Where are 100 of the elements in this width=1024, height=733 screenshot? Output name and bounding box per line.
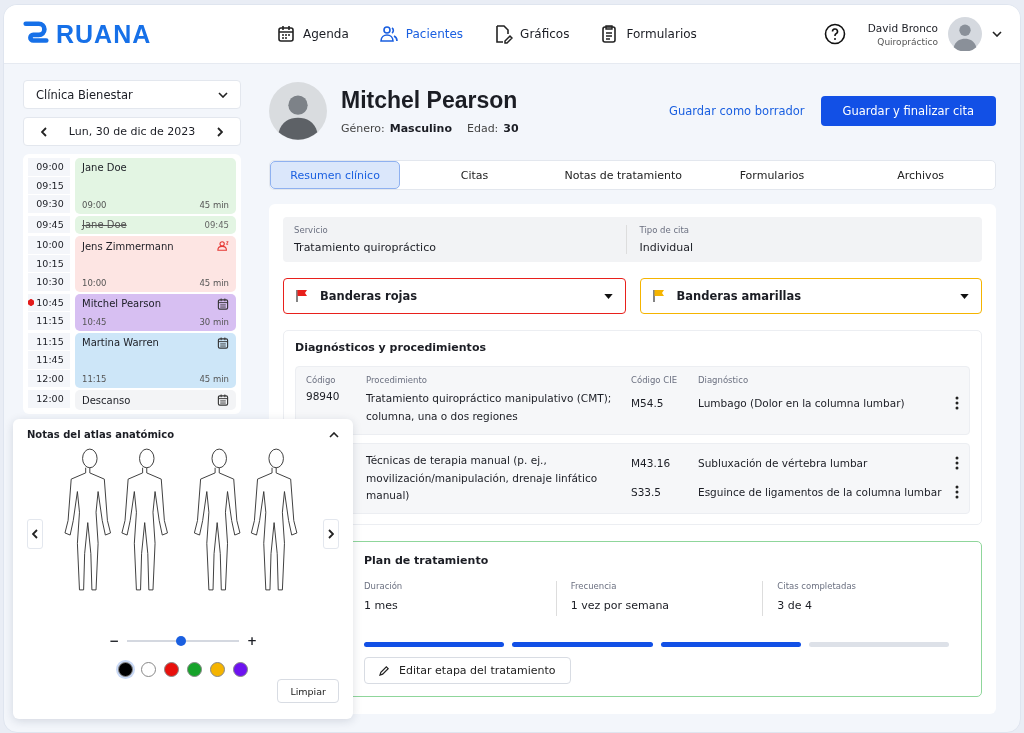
table-cell-text: S33.5 — [631, 485, 663, 498]
gender-label: Género: — [341, 122, 385, 135]
tab[interactable]: Citas — [400, 161, 549, 189]
gender-value: Masculino — [389, 122, 452, 135]
calendar-icon — [217, 394, 229, 406]
next-button[interactable] — [323, 519, 339, 549]
color-swatch[interactable] — [164, 662, 179, 677]
time-label: 09:00 — [35, 161, 64, 173]
time-label: 10:45 — [28, 296, 64, 308]
document-pen-icon — [493, 24, 514, 44]
save-finish-button[interactable]: Guardar y finalizar cita — [820, 96, 996, 126]
tab[interactable]: Resumen clínico — [270, 161, 401, 189]
field-label: Duración — [364, 581, 404, 592]
zoom-in-button[interactable]: + — [247, 634, 258, 648]
chevron-right-icon — [328, 529, 334, 539]
section-title: Plan de tratamiento — [364, 554, 490, 568]
tab[interactable]: Notas de tratamiento — [548, 161, 698, 189]
time-label: 11:45 — [35, 354, 64, 366]
appointment-time: 10:00 — [82, 277, 107, 288]
appointment-duration: 45 min — [199, 277, 229, 288]
time-label: 10:30 — [35, 276, 64, 288]
more-options-icon[interactable] — [955, 396, 959, 410]
clinic-name: Clínica Bienestar — [36, 87, 133, 102]
caret-down-icon — [603, 293, 613, 299]
color-swatch[interactable] — [187, 662, 202, 677]
nav-link[interactable]: Gráficos — [493, 24, 570, 44]
appointment-name: Martina Warren — [82, 337, 159, 348]
field-value: 3 de 4 — [777, 599, 814, 613]
more-options-icon[interactable] — [955, 455, 959, 470]
time-label: 12:00 — [35, 372, 64, 384]
field-value: Tratamiento quiropráctico — [294, 241, 437, 254]
appointment-duration: 45 min — [199, 374, 229, 384]
nav-link[interactable]: Formularios — [599, 24, 697, 44]
appointment-card[interactable]: Jens Zimmermann 10:00 45 min — [75, 236, 236, 292]
flag-icon — [296, 289, 308, 303]
appointment-duration: 45 min — [199, 199, 229, 210]
person-icon — [217, 240, 229, 252]
avatar-icon — [948, 17, 982, 51]
user-role: Quiropráctico — [877, 36, 938, 47]
chevron-up-icon[interactable] — [329, 431, 339, 438]
date-label: Lun, 30 de dic de 2023 — [68, 125, 196, 138]
table-cell-text: Técnicas de terapia manual (p. ej., movilización/manipulación, drenaje linfático manual) — [366, 452, 599, 504]
field-value: 1 mes — [364, 599, 399, 613]
chevron-right-icon[interactable] — [217, 126, 224, 137]
appointment-card[interactable]: Jane Doe 09:00 45 min — [75, 158, 236, 214]
clinic-select[interactable]: Clínica Bienestar — [23, 80, 241, 109]
appointment-duration: 30 min — [199, 316, 229, 327]
field-label: Servicio — [294, 225, 329, 235]
brand-name: RUANA — [56, 19, 152, 49]
appointment-name: Jane Doe — [82, 162, 127, 173]
color-swatch[interactable] — [118, 662, 133, 677]
time-label: 09:15 — [35, 179, 64, 191]
help-icon[interactable] — [823, 23, 846, 45]
appointment-card[interactable]: Jane Doe 09:45 — [75, 215, 236, 234]
people-icon — [378, 24, 399, 44]
table-cell-text: M43.16 — [631, 456, 672, 469]
flags-dropdown[interactable]: Banderas rojas — [283, 278, 626, 314]
flag-icon — [652, 289, 665, 303]
color-swatch[interactable] — [210, 662, 225, 677]
chevron-left-icon — [32, 529, 38, 539]
previous-button[interactable] — [27, 519, 43, 549]
nav-link[interactable]: Agenda — [276, 24, 349, 44]
chevron-left-icon[interactable] — [40, 126, 47, 137]
time-label: 10:15 — [35, 257, 64, 269]
time-label: 09:45 — [35, 218, 64, 230]
appointment-name: Mitchel Pearson — [82, 298, 161, 309]
clear-button[interactable]: Limpiar — [277, 679, 339, 703]
appointment-card[interactable]: Martina Warren 11:15 45 min — [75, 332, 236, 388]
field-value: 1 vez por semana — [570, 599, 671, 613]
appointment-name: Jens Zimmermann — [82, 240, 174, 252]
column-header: Procedimiento — [366, 375, 428, 385]
appointment-name: Descanso — [82, 394, 131, 406]
zoom-out-button[interactable]: − — [108, 634, 119, 648]
appointment-time: 09:00 — [82, 199, 107, 210]
column-header: Código — [306, 375, 337, 385]
chevron-down-icon[interactable] — [992, 31, 1002, 37]
patient-avatar — [269, 82, 327, 140]
flags-dropdown[interactable]: Banderas amarillas — [639, 278, 982, 314]
tab[interactable]: Archivos — [846, 161, 995, 189]
calendar-icon — [217, 336, 229, 349]
time-label: 09:30 — [35, 198, 64, 210]
table-cell-text: Tratamiento quiropráctico manipulativo (CMT); columna, una o dos regiones — [366, 391, 613, 424]
more-options-icon[interactable] — [955, 484, 959, 499]
table-cell-text: Subluxación de vértebra lumbar — [698, 456, 869, 469]
time-label: 11:15 — [35, 335, 64, 347]
edit-stage-button[interactable]: Editar etapa del tratamiento — [364, 657, 571, 685]
slider-thumb[interactable] — [175, 636, 186, 646]
appointment-card[interactable]: Descanso — [75, 390, 236, 410]
nav-link[interactable]: Pacientes — [378, 24, 464, 44]
field-label: Tipo de cita — [639, 225, 690, 235]
color-swatch[interactable] — [233, 662, 248, 677]
save-draft-button[interactable]: Guardar como borrador — [669, 104, 805, 118]
appointment-time: 11:15 — [82, 374, 107, 384]
color-swatch[interactable] — [141, 662, 156, 677]
appointment-card[interactable]: Mitchel Pearson 10:45 30 min — [75, 293, 236, 331]
appointment-time: 10:45 — [82, 316, 107, 327]
field-label: Frecuencia — [570, 581, 618, 592]
panel-title: Notas del atlas anatómico — [27, 429, 175, 440]
table-cell-text: Lumbago (Dolor en la columna lumbar) — [698, 397, 906, 409]
tab[interactable]: Formularios — [697, 161, 847, 189]
